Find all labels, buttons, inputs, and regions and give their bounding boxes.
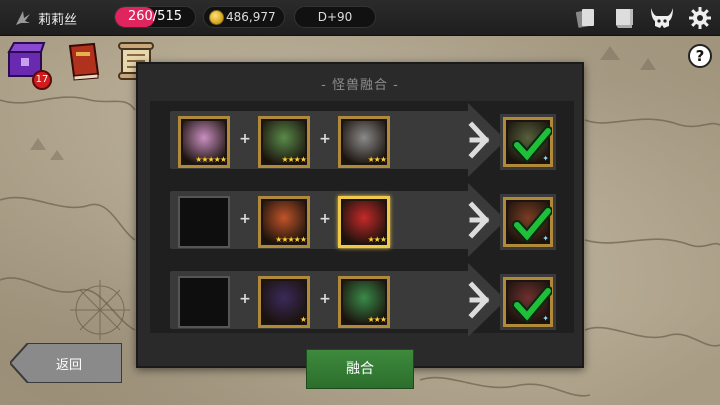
monster-slot[interactable]: ★★★★★	[178, 116, 230, 168]
chest-count-badge: 17	[32, 70, 52, 90]
fusion-result[interactable]: ✦	[500, 114, 556, 170]
fusion-arrow-icon	[420, 263, 506, 337]
rarity-stars: ★	[299, 315, 307, 324]
empty-monster-slot[interactable]	[178, 276, 230, 328]
monster-slot[interactable]: ★★★★	[258, 116, 310, 168]
result-slot: ✦	[503, 197, 553, 247]
rarity-stars: ★★★★	[281, 155, 307, 164]
gold-text: 486,977	[226, 10, 276, 24]
back-button[interactable]: 返回	[10, 343, 122, 383]
sparkle-icon: ✦	[542, 154, 549, 163]
fusion-result[interactable]: ✦	[500, 194, 556, 250]
hp-bar: 260/515	[114, 6, 196, 28]
fuse-button[interactable]: 融合	[306, 349, 414, 389]
panel-title: - 怪兽融合 -	[321, 78, 399, 93]
rarity-stars: ★★★★★	[195, 155, 227, 164]
sparkle-icon: ✦	[542, 234, 549, 243]
rarity-stars: ★★★	[367, 235, 386, 244]
fusion-row: ★★★★★ ★★★ + + ✦	[170, 183, 560, 257]
day-text: D+90	[317, 10, 353, 24]
rarity-stars: ★★★	[367, 155, 386, 164]
wing-icon	[14, 9, 32, 27]
plus-icon: +	[319, 131, 331, 147]
top-bar: 莉莉丝 260/515 486,977 D+90	[0, 0, 720, 36]
fusion-row: ★ ★★★ + + ✦	[170, 263, 560, 337]
gear-icon[interactable]	[686, 4, 714, 32]
rarity-stars: ★★★★★	[275, 235, 307, 244]
rarity-stars: ★★★	[367, 315, 386, 324]
top-icon-group	[572, 4, 714, 32]
monster-slot[interactable]: ★★★	[338, 276, 390, 328]
player-name: 莉莉丝	[38, 13, 78, 28]
fusion-arrow-icon	[420, 183, 506, 257]
result-slot: ✦	[503, 117, 553, 167]
scroll-book-icon[interactable]	[610, 4, 638, 32]
gold-coin-icon	[209, 10, 224, 25]
gold-counter: 486,977	[203, 6, 285, 28]
fusion-panel: - 怪兽融合 - ★★★★★ ★★★★ ★★★ + + ✦ ★★★★★ ★★★ + + ✦ ★ ★★★ +…	[136, 62, 584, 368]
demon-helmet-icon[interactable]	[648, 4, 676, 32]
monster-slot[interactable]: ★	[258, 276, 310, 328]
plus-icon: +	[319, 211, 331, 227]
monster-slot[interactable]: ★★★	[338, 116, 390, 168]
back-label: 返回	[56, 358, 83, 373]
plus-icon: +	[239, 131, 251, 147]
fusion-rows: ★★★★★ ★★★★ ★★★ + + ✦ ★★★★★ ★★★ + + ✦ ★ ★★★ + + ✦	[150, 101, 574, 337]
hp-text: 260/515	[127, 9, 182, 24]
day-counter: D+90	[294, 6, 376, 28]
fusion-result[interactable]: ✦	[500, 274, 556, 330]
fusion-arrow-icon	[420, 103, 506, 177]
red-book-icon[interactable]	[64, 40, 104, 81]
plus-icon: +	[239, 291, 251, 307]
monster-slot[interactable]: ★★★★★	[258, 196, 310, 248]
plus-icon: +	[239, 211, 251, 227]
plus-icon: +	[319, 291, 331, 307]
empty-monster-slot[interactable]	[178, 196, 230, 248]
cards-icon[interactable]	[572, 4, 600, 32]
monster-portrait	[263, 281, 305, 323]
monster-slot[interactable]: ★★★	[338, 196, 390, 248]
sparkle-icon: ✦	[542, 314, 549, 323]
result-slot: ✦	[503, 277, 553, 327]
fusion-row: ★★★★★ ★★★★ ★★★ + + ✦	[170, 103, 560, 177]
help-button[interactable]: ?	[688, 44, 712, 68]
